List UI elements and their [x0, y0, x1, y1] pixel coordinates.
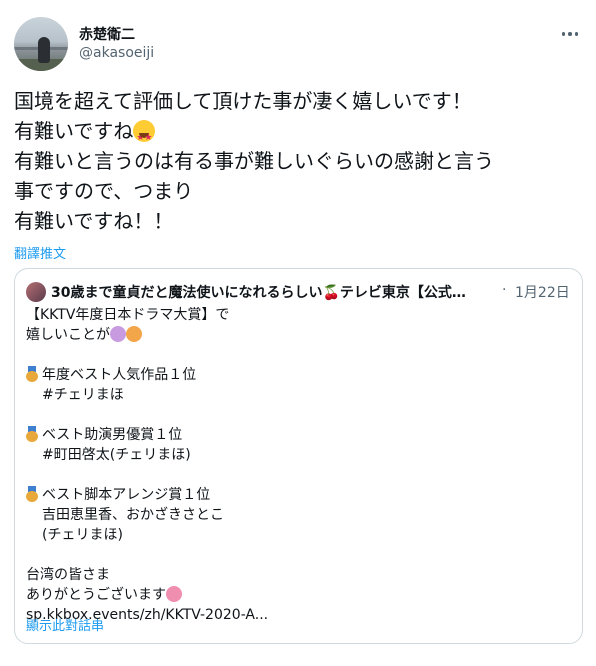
quoted-line: 年度ベスト人気作品１位 — [26, 365, 571, 385]
quoted-display-name: 30歳まで童貞だと魔法使いになれるらしい🍒テレビ東京【公式… — [51, 282, 497, 302]
username[interactable]: @akasoeiji — [79, 45, 154, 61]
quoted-line: ベスト脚本アレンジ賞１位 — [26, 485, 571, 505]
quoted-hashtag[interactable]: #チェリまほ — [26, 385, 571, 405]
tweet: 赤楚衛二 @akasoeiji 国境を超えて評価して頂けた事が凄く嬉しいです！ … — [0, 0, 596, 666]
more-dot — [568, 32, 572, 36]
medal-emoji-icon — [26, 366, 38, 382]
lollipop-emoji-icon — [126, 326, 142, 342]
medal-emoji-icon — [26, 426, 38, 442]
tweet-line: 有難いですね！！ — [14, 209, 174, 233]
display-name[interactable]: 赤楚衛二 — [79, 24, 135, 44]
quoted-text: 【KKTV年度日本ドラマ大賞】で 嬉しいことが 年度ベスト人気作品１位 #チェリ… — [26, 305, 571, 625]
quoted-blank-line — [26, 465, 571, 485]
quoted-date-separator: · — [502, 282, 507, 298]
quoted-line: ベスト助演男優賞１位 — [26, 425, 571, 445]
tweet-text: 国境を超えて評価して頂けた事が凄く嬉しいです！ 有難いですね 有難いと言うのは有… — [14, 86, 584, 236]
more-dot — [574, 32, 579, 36]
quoted-line-text: ありがとうございます — [26, 587, 166, 603]
quoted-line-text: 嬉しいことが — [26, 327, 110, 343]
quoted-line: 台湾の皆さま — [26, 567, 110, 583]
more-dot — [561, 32, 566, 36]
quoted-line-text: 年度ベスト人気作品１位 — [42, 367, 197, 383]
tweet-line: 有難いと言うのは有る事が難しいぐらいの感謝と言う — [14, 149, 494, 173]
tweet-line: 事ですので、つまり — [14, 179, 194, 203]
bouquet-emoji-icon — [166, 586, 182, 602]
quoted-name-part1: 30歳まで童貞だと魔法使いになれるらしい — [51, 285, 323, 301]
quoted-date[interactable]: 1月22日 — [515, 282, 570, 302]
avatar[interactable] — [14, 17, 68, 71]
witch-emoji-icon — [110, 326, 126, 342]
star-struck-emoji-icon — [133, 120, 156, 153]
tweet-line-text: 有難いですね — [14, 119, 134, 143]
quoted-line: ありがとうございます — [26, 585, 571, 605]
cherry-emoji-icon: 🍒 — [322, 285, 340, 301]
quoted-line: 【KKTV年度日本ドラマ大賞】で — [26, 307, 230, 323]
tweet-line: 国境を超えて評価して頂けた事が凄く嬉しいです！ — [14, 89, 472, 113]
translate-tweet-link[interactable]: 翻譯推文 — [14, 243, 66, 262]
quoted-tweet[interactable]: 30歳まで童貞だと魔法使いになれるらしい🍒テレビ東京【公式… · 1月22日 【… — [14, 268, 583, 644]
quoted-line: (チェリまほ) — [42, 527, 123, 543]
show-thread-link[interactable]: 顯示此對話串 — [26, 615, 104, 634]
quoted-blank-line — [26, 405, 571, 425]
quoted-hashtag[interactable]: #町田啓太(チェリまほ) — [26, 445, 571, 465]
quoted-link[interactable]: sp.kkbox.events/zh/KKTV-2020-A... — [26, 605, 571, 625]
quoted-line-text: ベスト脚本アレンジ賞１位 — [42, 487, 211, 503]
tweet-line: 有難いですね — [14, 116, 584, 153]
quoted-line: 吉田恵里香、おかざきさとこ — [42, 507, 224, 523]
quoted-line-text: ベスト助演男優賞１位 — [42, 427, 183, 443]
more-options-icon[interactable] — [559, 26, 581, 42]
quoted-line: 嬉しいことが — [26, 325, 571, 345]
quoted-blank-line — [26, 345, 571, 365]
avatar-figure — [38, 37, 50, 63]
quoted-blank-line — [26, 545, 571, 565]
medal-emoji-icon — [26, 486, 38, 502]
quoted-name-part2: テレビ東京【公式… — [339, 285, 466, 301]
quoted-avatar — [26, 282, 46, 302]
